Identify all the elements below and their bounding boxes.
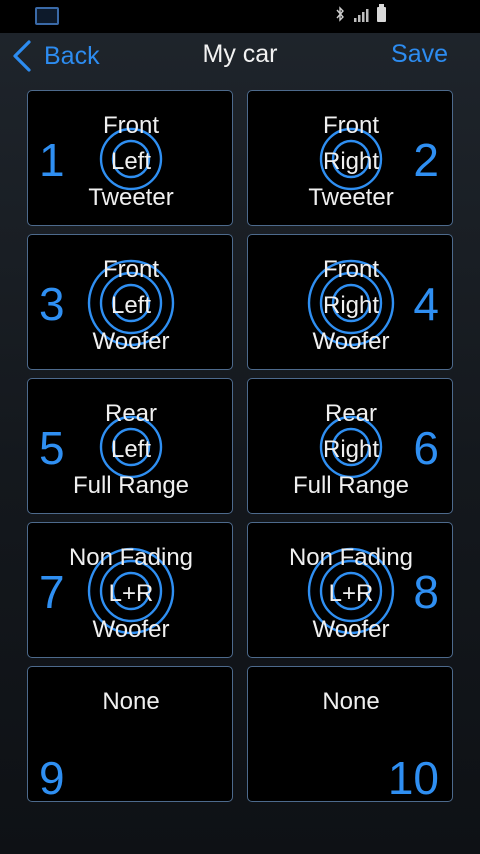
speaker-tile-6[interactable]: 6 Rear Right Full Range (247, 378, 453, 514)
speaker-tile-9[interactable]: 9 None (27, 666, 233, 802)
speaker-label-line: Right (322, 436, 380, 463)
speaker-label-line: Full Range (292, 472, 410, 499)
speaker-label: Rear Left Full Range (28, 398, 232, 506)
speaker-tile-3[interactable]: 3 Front Left Woofer (27, 234, 233, 370)
header-bar: Back My car Save (0, 33, 480, 79)
speaker-tile-2[interactable]: 2 Front Right Tweeter (247, 90, 453, 226)
speaker-label-line: Left (110, 436, 152, 463)
speaker-label-line: Right (322, 148, 380, 175)
speaker-label-line: Full Range (72, 472, 190, 499)
speaker-tile-7[interactable]: 7 Non Fading L+R Woofer (27, 522, 233, 658)
speaker-label-line: Woofer (312, 616, 390, 643)
speaker-label-line: Front (102, 112, 159, 139)
speaker-grid: 1 Front Left Tweeter 2 Front Right Tweeter 3 Fron… (27, 90, 453, 802)
speaker-label-line: Left (110, 292, 152, 319)
save-button[interactable]: Save (391, 40, 448, 69)
speaker-label: None (28, 686, 232, 722)
speaker-label-line: Non Fading (288, 544, 414, 571)
status-bar (0, 0, 480, 33)
speaker-label-line: L+R (108, 580, 154, 607)
speaker-label-line: L+R (328, 580, 374, 607)
speaker-label-line: Woofer (92, 328, 170, 355)
battery-icon (377, 4, 386, 22)
speaker-label-line: Tweeter (88, 184, 174, 211)
speaker-label-line: Front (322, 112, 379, 139)
signal-icon (354, 9, 369, 22)
speaker-number: 10 (387, 752, 439, 802)
speaker-label: Rear Right Full Range (248, 398, 452, 506)
speaker-number: 9 (39, 752, 65, 802)
speaker-label-line: Rear (104, 400, 158, 427)
bluetooth-icon (336, 6, 344, 22)
speaker-label-line: Non Fading (68, 544, 194, 571)
speaker-label: None (248, 686, 452, 722)
speaker-label-line: Woofer (92, 616, 170, 643)
speaker-tile-10[interactable]: 10 None (247, 666, 453, 802)
speaker-tile-8[interactable]: 8 Non Fading L+R Woofer (247, 522, 453, 658)
speaker-label-line: Right (322, 292, 380, 319)
status-icons (335, 4, 386, 22)
speaker-tile-1[interactable]: 1 Front Left Tweeter (27, 90, 233, 226)
speaker-label: Front Left Woofer (28, 254, 232, 362)
speaker-label-line: None (322, 688, 380, 715)
speaker-label-line: Rear (324, 400, 378, 427)
speaker-label: Non Fading L+R Woofer (28, 542, 232, 650)
speaker-tile-5[interactable]: 5 Rear Left Full Range (27, 378, 233, 514)
speaker-label-line: Front (102, 256, 159, 283)
speaker-label-line: Woofer (312, 328, 390, 355)
speaker-label: Front Left Tweeter (28, 110, 232, 218)
speaker-label: Non Fading L+R Woofer (248, 542, 452, 650)
speaker-label: Front Right Woofer (248, 254, 452, 362)
speaker-label: Front Right Tweeter (248, 110, 452, 218)
speaker-label-line: Front (322, 256, 379, 283)
speaker-label-line: None (102, 688, 160, 715)
speaker-tile-4[interactable]: 4 Front Right Woofer (247, 234, 453, 370)
speaker-label-line: Tweeter (308, 184, 394, 211)
speaker-label-line: Left (110, 148, 152, 175)
gallery-thumbnail-icon (35, 7, 59, 25)
